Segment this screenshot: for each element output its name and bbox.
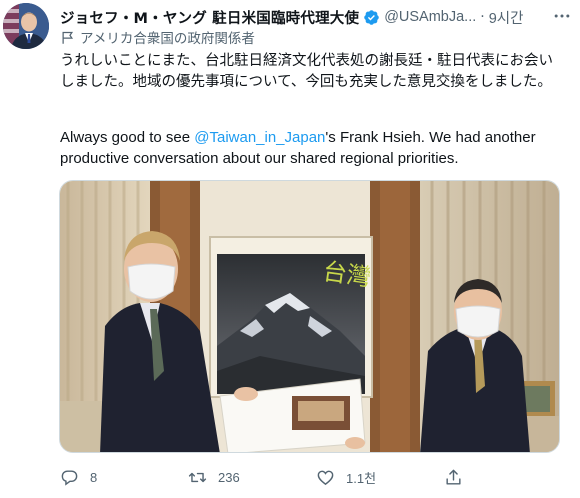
separator-dot: ·	[480, 9, 485, 25]
tweet-header: ジョセフ・M・ヤング 駐日米国臨時代理大使 @USAmbJa... · 9시간	[60, 6, 572, 28]
tweet-photo[interactable]: 台灣	[59, 180, 560, 453]
reply-button[interactable]: 8	[60, 466, 97, 488]
handle[interactable]: @USAmbJa...	[384, 9, 476, 25]
avatar[interactable]	[3, 3, 49, 49]
verified-badge-icon	[364, 9, 379, 25]
more-button[interactable]	[550, 6, 574, 26]
like-button[interactable]: 1.1천	[316, 466, 376, 488]
government-flag-icon	[62, 31, 74, 44]
share-button[interactable]	[444, 466, 463, 488]
photo-image: 台灣	[60, 181, 559, 452]
like-icon	[317, 470, 334, 485]
tweet-text-japanese: うれしいことにまた、台北駐日経済文化代表処の謝長廷・駐日代表にお会いしました。地…	[60, 53, 553, 90]
tweet-actions: 8 236 1.1천	[60, 466, 540, 488]
government-label[interactable]: アメリカ合衆国の政府関係者	[60, 28, 255, 47]
reply-icon	[61, 469, 78, 486]
more-icon	[554, 14, 570, 18]
display-name[interactable]: ジョセフ・M・ヤング 駐日米国臨時代理大使	[60, 7, 359, 28]
retweet-button[interactable]: 236	[188, 466, 240, 488]
government-label-text: アメリカ合衆国の政府関係者	[80, 31, 255, 47]
tweet-text-english: Always good to see @Taiwan_in_Japan's Fr…	[60, 127, 560, 169]
retweet-icon	[188, 472, 207, 482]
like-count: 1.1천	[346, 470, 377, 486]
tweet-text-english-part1: Always good to see	[60, 129, 195, 146]
timestamp[interactable]: 9시간	[489, 7, 524, 28]
share-icon	[446, 469, 461, 485]
retweet-count: 236	[218, 469, 240, 485]
mention-link[interactable]: @Taiwan_in_Japan	[194, 129, 325, 146]
tweet[interactable]: ジョセフ・M・ヤング 駐日米国臨時代理大使 @USAmbJa... · 9시간 …	[0, 0, 580, 498]
reply-count: 8	[90, 469, 98, 485]
